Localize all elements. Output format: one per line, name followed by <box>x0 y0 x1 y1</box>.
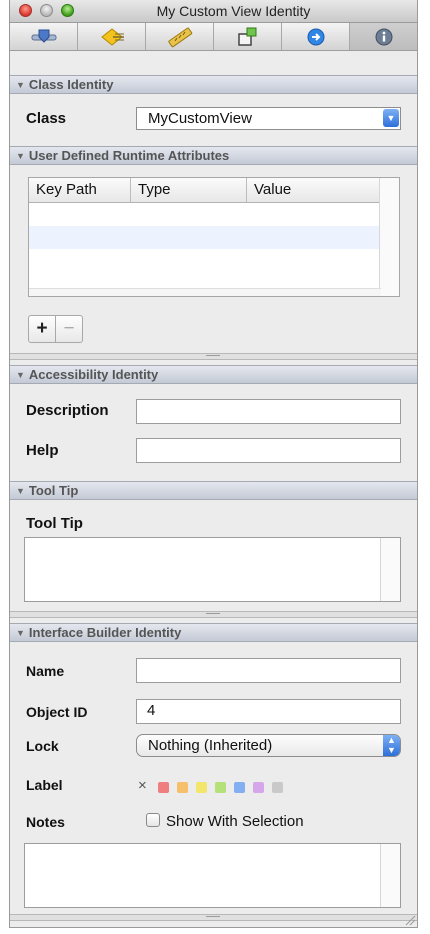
tooltip-label: Tool Tip <box>26 515 83 532</box>
disclosure-triangle-icon: ▼ <box>16 370 25 380</box>
section-title: Class Identity <box>28 77 114 92</box>
grip-icon <box>206 916 220 917</box>
runtime-attributes-table[interactable]: Key Path Type Value <box>28 177 400 297</box>
label-color-green[interactable] <box>215 782 226 793</box>
identity-inspector-icon <box>375 28 392 45</box>
inspector-toolbar <box>10 23 417 51</box>
connections-inspector-tab[interactable] <box>78 23 146 50</box>
disclosure-triangle-icon: ▼ <box>16 151 25 161</box>
notes-label: Notes <box>26 814 65 830</box>
size-inspector-icon <box>167 27 192 47</box>
column-header-key-path[interactable]: Key Path <box>29 178 131 202</box>
vertical-scrollbar[interactable] <box>379 178 399 296</box>
effects-inspector-icon <box>307 28 324 45</box>
inspector-window: My Custom View Identity ▼ Class Identity… <box>9 0 418 928</box>
label-color-red[interactable] <box>158 782 169 793</box>
help-label: Help <box>26 442 59 459</box>
add-attribute-button[interactable]: + <box>28 315 56 343</box>
table-row[interactable] <box>29 226 381 249</box>
clear-label-button[interactable]: × <box>138 777 147 794</box>
class-identity-header[interactable]: ▼ Class Identity <box>10 75 417 94</box>
description-label: Description <box>26 402 109 419</box>
disclosure-triangle-icon: ▼ <box>16 628 25 638</box>
label-color-gray[interactable] <box>272 782 283 793</box>
ib-identity-header[interactable]: ▼ Interface Builder Identity <box>10 623 417 642</box>
remove-attribute-button[interactable]: − <box>55 315 83 343</box>
name-label: Name <box>26 663 65 679</box>
description-field[interactable] <box>136 399 401 424</box>
class-value: MyCustomView <box>148 110 252 127</box>
bindings-inspector-tab[interactable] <box>214 23 282 50</box>
section-title: User Defined Runtime Attributes <box>28 148 230 163</box>
help-field[interactable] <box>136 438 401 463</box>
class-label: Class <box>26 110 67 127</box>
name-field[interactable] <box>136 658 401 683</box>
section-title: Tool Tip <box>28 483 79 498</box>
column-header-type[interactable]: Type <box>131 178 247 202</box>
show-with-selection-label[interactable]: Show With Selection <box>166 813 304 830</box>
label-color-purple[interactable] <box>253 782 264 793</box>
size-inspector-tab[interactable] <box>146 23 214 50</box>
show-with-selection-checkbox[interactable] <box>146 813 160 827</box>
lock-value: Nothing (Inherited) <box>148 737 273 754</box>
column-header-value[interactable]: Value <box>247 178 381 202</box>
resize-divider[interactable] <box>10 611 417 618</box>
table-row[interactable] <box>29 249 381 272</box>
title-bar[interactable]: My Custom View Identity <box>10 0 417 23</box>
object-id-label: Object ID <box>26 704 88 720</box>
object-id-field[interactable]: 4 <box>136 699 401 724</box>
section-title: Accessibility Identity <box>28 367 159 382</box>
attributes-inspector-icon <box>31 29 56 43</box>
up-down-arrows-icon[interactable]: ▲ ▼ <box>383 735 400 756</box>
vertical-scrollbar[interactable] <box>380 538 400 601</box>
resize-grip-icon[interactable] <box>404 914 416 926</box>
connections-inspector-icon <box>100 27 124 46</box>
tooltip-textarea[interactable] <box>24 537 401 602</box>
bindings-inspector-icon <box>237 27 256 46</box>
class-combo-box[interactable]: MyCustomView ▼ <box>136 107 401 130</box>
tooltip-header[interactable]: ▼ Tool Tip <box>10 481 417 500</box>
resize-divider[interactable] <box>10 353 417 360</box>
label-color-blue[interactable] <box>234 782 245 793</box>
disclosure-triangle-icon: ▼ <box>16 486 25 496</box>
table-row[interactable] <box>29 203 381 226</box>
disclosure-triangle-icon: ▼ <box>16 80 25 90</box>
runtime-attributes-header[interactable]: ▼ User Defined Runtime Attributes <box>10 146 417 165</box>
resize-divider[interactable] <box>10 914 417 921</box>
label-color-orange[interactable] <box>177 782 188 793</box>
section-title: Interface Builder Identity <box>28 625 182 640</box>
label-color-yellow[interactable] <box>196 782 207 793</box>
window-title: My Custom View Identity <box>156 3 311 19</box>
label-label: Label <box>26 777 63 793</box>
lock-popup[interactable]: Nothing (Inherited) ▲ ▼ <box>136 734 401 757</box>
identity-inspector-tab[interactable] <box>350 23 417 50</box>
vertical-scrollbar[interactable] <box>380 844 400 907</box>
effects-inspector-tab[interactable] <box>282 23 350 50</box>
horizontal-scrollbar[interactable] <box>29 288 381 296</box>
grip-icon <box>206 613 220 614</box>
notes-textarea[interactable] <box>24 843 401 908</box>
table-header: Key Path Type Value <box>29 178 381 203</box>
accessibility-identity-header[interactable]: ▼ Accessibility Identity <box>10 365 417 384</box>
lock-label: Lock <box>26 738 59 754</box>
attributes-inspector-tab[interactable] <box>10 23 78 50</box>
grip-icon <box>206 355 220 356</box>
chevron-down-icon[interactable]: ▼ <box>383 109 399 127</box>
